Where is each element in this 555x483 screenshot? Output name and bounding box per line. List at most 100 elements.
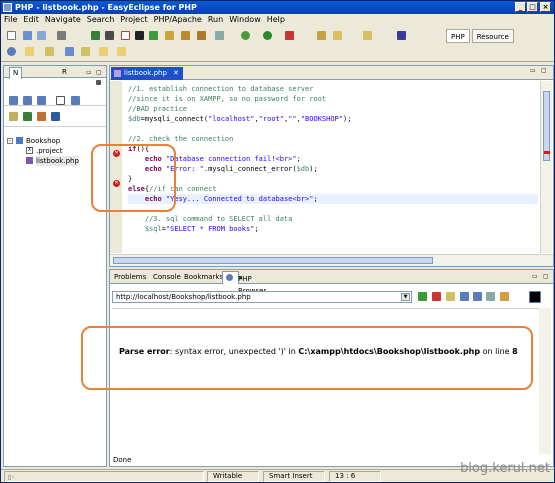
breakpoint-icon[interactable] (215, 31, 224, 40)
save-icon[interactable] (23, 31, 32, 40)
code-line[interactable]: //since it is on XAMPP, so no password f… (128, 94, 538, 104)
stop-icon[interactable] (432, 292, 441, 301)
editor-horizontal-scrollbar[interactable] (110, 254, 553, 266)
new-class-icon[interactable] (37, 112, 46, 121)
code-line[interactable]: $sql="SELECT * FROM books"; (128, 224, 538, 234)
save-all-icon[interactable] (37, 31, 46, 40)
next-annotation-icon[interactable] (45, 47, 54, 56)
close-tab-icon[interactable]: ✕ (173, 67, 179, 79)
last-edit-icon[interactable] (65, 47, 74, 56)
maximize-editor-icon[interactable]: ▢ (541, 67, 547, 74)
search-icon[interactable] (333, 31, 342, 40)
minimize-editor-icon[interactable]: ▭ (530, 67, 536, 74)
perspective-php[interactable]: PHP (446, 29, 470, 43)
menu-edit[interactable]: Edit (20, 14, 42, 26)
code-line[interactable] (128, 204, 538, 214)
code-line[interactable]: //BAD practice (128, 104, 538, 114)
menu-help[interactable]: Help (264, 14, 288, 26)
filter-icon[interactable] (9, 112, 18, 121)
tab-console[interactable]: Console (150, 271, 184, 284)
menu-navigate[interactable]: Navigate (42, 14, 84, 26)
open-type-icon[interactable] (317, 31, 326, 40)
nav-up-icon[interactable] (37, 96, 46, 105)
minimize-button[interactable]: _ (515, 2, 526, 12)
collapse-all-icon[interactable] (56, 96, 65, 105)
tab-bookmarks[interactable]: Bookmarks (181, 271, 226, 284)
error-overview-marker[interactable] (544, 151, 550, 154)
maximize-view-icon[interactable]: ▢ (96, 67, 102, 78)
tools-icon[interactable] (105, 31, 114, 40)
close-button[interactable]: × (540, 2, 551, 12)
menu-php-apache[interactable]: PHP/Apache (151, 14, 205, 26)
tree-item-listbook[interactable]: listbook.php (4, 156, 106, 166)
back-icon[interactable] (460, 292, 469, 301)
menu-window[interactable]: Window (226, 14, 264, 26)
maximize-button[interactable]: □ (527, 2, 538, 12)
error-marker-icon[interactable]: ✕ (113, 180, 120, 187)
minimize-view-icon[interactable]: ▭ (86, 67, 92, 78)
perspective-resource[interactable]: Resource (471, 29, 514, 43)
refresh-icon[interactable] (446, 292, 455, 301)
code-line[interactable]: echo "Database connection fail!<br>"; (128, 154, 538, 164)
step-over-icon[interactable] (197, 31, 206, 40)
menu-file[interactable]: File (1, 14, 20, 26)
view-menu-icon[interactable] (96, 80, 101, 85)
close-tab-icon[interactable]: ✕ (235, 273, 246, 286)
resource-tab[interactable]: R (62, 67, 67, 78)
minimize-panel-icon[interactable]: ▭ (529, 271, 541, 284)
menu-project[interactable]: Project (117, 14, 150, 26)
editor-tab-listbook[interactable]: listbook.php ✕ (111, 67, 183, 80)
step-icon[interactable] (181, 31, 190, 40)
forward-icon[interactable] (473, 292, 482, 301)
open-browser-icon[interactable] (121, 31, 130, 40)
dropdown-arrow-icon[interactable]: ▼ (401, 293, 410, 301)
code-line[interactable]: echo "Error: ".mysqli_connect_error($db)… (128, 164, 538, 174)
url-input[interactable]: http://localhost/Bookshop/listbook.php ▼ (112, 291, 412, 303)
back-icon[interactable] (81, 47, 90, 56)
nav-back-icon[interactable] (9, 96, 18, 105)
title-bar[interactable]: PHP - listbook.php - EasyEclipse for PHP… (1, 1, 554, 14)
code-line[interactable]: if(){ (128, 144, 538, 154)
pilcrow-icon[interactable] (397, 31, 406, 40)
code-line[interactable]: //2. check the connection (128, 134, 538, 144)
code-line[interactable]: } (128, 174, 538, 184)
forward-icon[interactable] (99, 47, 108, 56)
code-line[interactable]: //1. establish connection to database se… (128, 84, 538, 94)
task-icon[interactable] (363, 31, 372, 40)
tree-item-bookshop[interactable]: - Bookshop (4, 136, 106, 146)
link-editor-icon[interactable] (71, 96, 80, 105)
x-icon[interactable] (135, 31, 144, 40)
fast-view-icon[interactable]: ▯◦ (8, 473, 15, 482)
globe-icon[interactable] (7, 47, 16, 56)
annotation-icon[interactable] (25, 47, 34, 56)
external-tools-icon[interactable] (285, 31, 294, 40)
debug-run-icon[interactable] (241, 31, 250, 40)
new-icon[interactable] (7, 31, 16, 40)
tab-php-browser[interactable]: PHP Browser ✕ (222, 271, 266, 295)
editor-vertical-scrollbar[interactable] (540, 81, 552, 253)
code-line[interactable]: $db=mysqli_connect("localhost","root",""… (128, 114, 538, 124)
collapse-icon[interactable]: - (7, 138, 13, 144)
scroll-thumb[interactable] (113, 257, 433, 264)
php-project-icon[interactable] (23, 112, 32, 121)
nav-forward-icon[interactable] (23, 96, 32, 105)
home-icon[interactable] (486, 292, 495, 301)
debug-icon[interactable] (165, 31, 174, 40)
go-icon[interactable] (418, 292, 427, 301)
forward-dropdown-icon[interactable] (117, 47, 126, 56)
print-icon[interactable] (57, 31, 66, 40)
maximize-panel-icon[interactable]: ▢ (540, 271, 552, 284)
code-line[interactable] (128, 124, 538, 134)
code-area[interactable]: //1. establish connection to database se… (128, 84, 538, 234)
browser-scrollbar[interactable] (539, 308, 551, 454)
new-file-icon[interactable] (51, 112, 60, 121)
code-line[interactable]: //3. sql command to SELECT all data (128, 214, 538, 224)
php-icon[interactable] (91, 31, 100, 40)
menu-run[interactable]: Run (205, 14, 226, 26)
console-icon[interactable] (529, 291, 541, 303)
menu-search[interactable]: Search (84, 14, 117, 26)
error-marker-icon[interactable]: ✕ (113, 150, 120, 157)
run-icon[interactable] (263, 31, 272, 40)
code-line[interactable]: echo "Yesy... Connected to database<br>"… (128, 194, 538, 204)
tab-problems[interactable]: Problems (111, 271, 149, 284)
